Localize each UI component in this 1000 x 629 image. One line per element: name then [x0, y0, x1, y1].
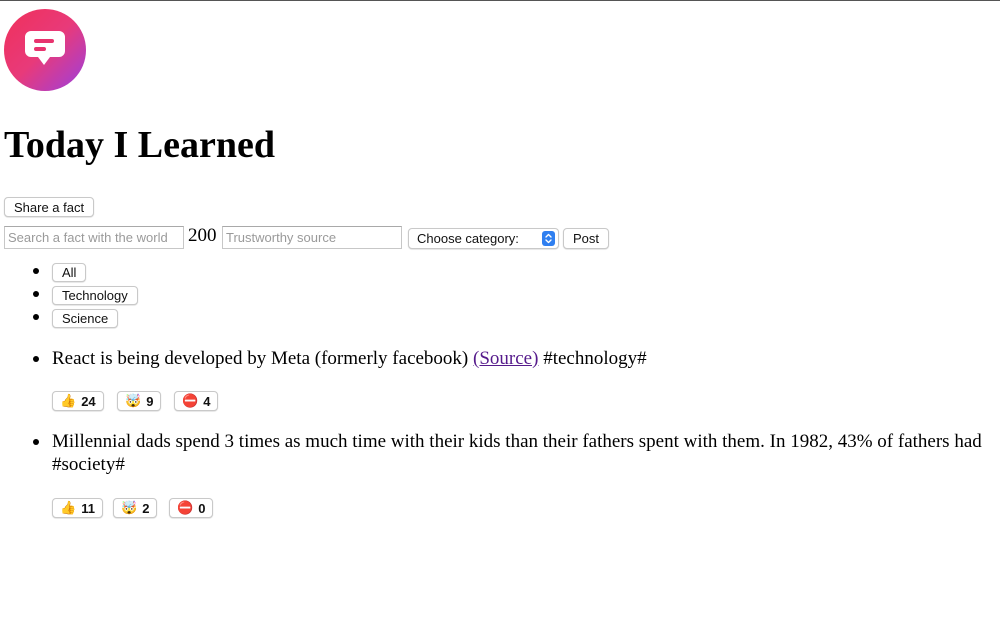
category-button-technology[interactable]: Technology	[52, 286, 138, 305]
vote-count: 24	[81, 393, 96, 409]
fact-form: Search a fact with the world 200 Trustwo…	[4, 225, 1000, 250]
vote-count: 9	[146, 393, 154, 409]
share-fact-button[interactable]: Share a fact	[4, 197, 95, 217]
fact-category-tag: #technology#	[543, 348, 647, 369]
category-button-all[interactable]: All	[52, 263, 87, 282]
app-header: Today I Learned Share a fact	[4, 9, 1000, 217]
fact-body: React is being developed by Meta (former…	[52, 348, 469, 369]
thumbs-up-icon: 👍	[60, 393, 77, 408]
fact-source-link[interactable]: (Source)	[473, 348, 538, 369]
vote-interesting-button[interactable]: 👍 24	[52, 391, 104, 411]
vote-mindblowing-button[interactable]: 🤯 9	[117, 391, 162, 411]
list-bullet	[33, 314, 39, 320]
thumbs-up-icon: 👍	[60, 500, 77, 515]
fact-text: React is being developed by Meta (former…	[52, 347, 647, 370]
mind-blown-icon: 🤯	[125, 393, 142, 408]
category-select-value: Choose category:	[417, 231, 519, 246]
select-arrows-icon	[542, 231, 555, 246]
vote-count: 2	[142, 500, 150, 516]
window-top-border	[0, 0, 1000, 1]
vote-false-button[interactable]: ⛔ 0	[169, 498, 214, 518]
vote-count: 0	[198, 500, 206, 516]
page-title: Today I Learned	[4, 124, 275, 166]
fact-text-input[interactable]: Search a fact with the world	[4, 226, 184, 249]
category-button-science[interactable]: Science	[52, 309, 119, 328]
list-bullet	[33, 291, 39, 297]
vote-false-button[interactable]: ⛔ 4	[174, 391, 219, 411]
fact-text-continued: #society#	[52, 453, 125, 476]
char-counter: 200	[188, 225, 217, 246]
category-select[interactable]: Choose category:	[408, 228, 559, 249]
chat-bubble-icon	[25, 31, 65, 65]
vote-count: 4	[203, 393, 211, 409]
vote-mindblowing-button[interactable]: 🤯 2	[113, 498, 158, 518]
no-entry-icon: ⛔	[182, 393, 199, 408]
list-bullet	[33, 268, 39, 274]
vote-interesting-button[interactable]: 👍 11	[52, 498, 103, 518]
no-entry-icon: ⛔	[177, 500, 194, 515]
fact-text: Millennial dads spend 3 times as much ti…	[52, 430, 982, 453]
vote-count: 11	[81, 500, 95, 516]
fact-category-tag: #society#	[52, 454, 125, 475]
list-bullet	[33, 439, 39, 445]
fact-body: Millennial dads spend 3 times as much ti…	[52, 431, 982, 452]
page: Today I Learned Share a fact Search a fa…	[4, 9, 1000, 518]
list-bullet	[33, 356, 39, 362]
app-logo	[4, 9, 86, 91]
source-input[interactable]: Trustworthy source	[222, 226, 402, 249]
mind-blown-icon: 🤯	[121, 500, 138, 515]
post-button[interactable]: Post	[563, 228, 610, 249]
